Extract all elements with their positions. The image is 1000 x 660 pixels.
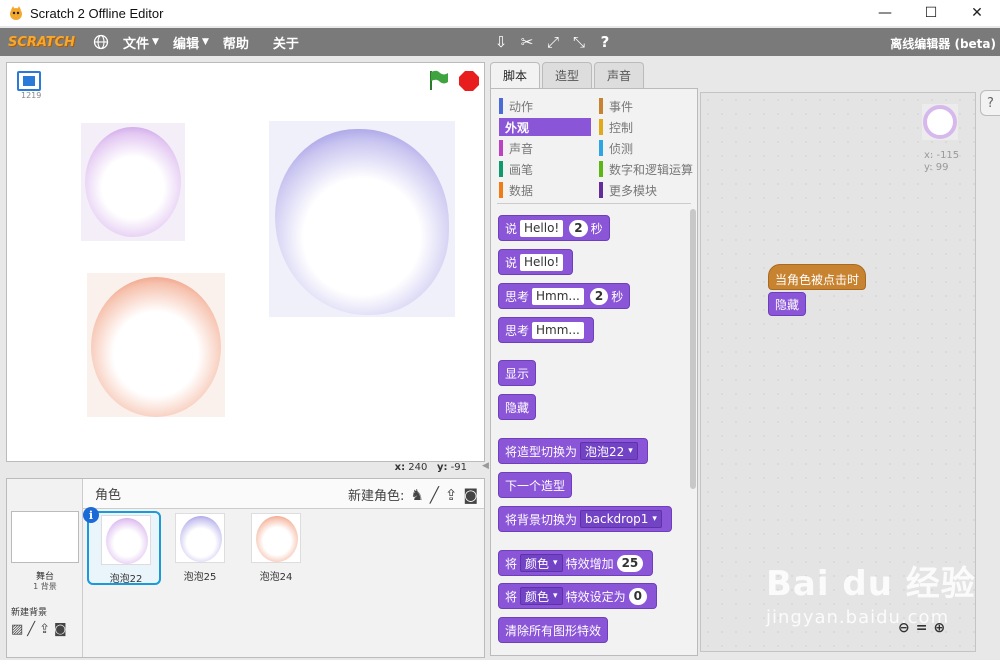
delete-icon[interactable]: ✂ xyxy=(518,32,536,52)
stage-selector: 舞台 1 背景 新建背景 ▨ ╱ ⇪ ◙ xyxy=(7,479,83,657)
category-operators[interactable]: 数字和逻辑运算 xyxy=(599,160,693,178)
block-say-for-secs[interactable]: 说 Hello! 2 秒 xyxy=(498,215,610,241)
category-pen[interactable]: 画笔 xyxy=(499,160,533,178)
paint-backdrop-icon[interactable]: ╱ xyxy=(27,622,35,637)
scratch-logo[interactable]: SCRATCH xyxy=(8,35,75,50)
category-motion[interactable]: 动作 xyxy=(499,97,533,115)
tab-scripts[interactable]: 脚本 xyxy=(490,62,541,88)
language-globe-icon[interactable] xyxy=(93,34,109,50)
offline-editor-label: 离线编辑器 (beta) xyxy=(890,37,996,51)
zoom-in-icon[interactable]: ⊕ xyxy=(933,620,945,636)
backdrop-library-icon[interactable]: ▨ xyxy=(11,622,23,637)
menu-edit[interactable]: 编辑 ▼ xyxy=(173,33,209,52)
sprite-position: x: -115 y: 99 xyxy=(924,150,960,173)
title-bar: Scratch 2 Offline Editor — ☐ ✕ xyxy=(0,0,1000,26)
sprite-tile[interactable]: i 泡泡22 xyxy=(83,507,161,585)
category-data[interactable]: 数据 xyxy=(499,181,533,199)
block-think[interactable]: 思考 Hmm... xyxy=(498,317,594,343)
block-change-effect[interactable]: 将颜色特效增加25 xyxy=(498,550,654,576)
category-divider xyxy=(497,203,691,204)
sprite-name: 泡泡24 xyxy=(259,572,293,583)
scratch-cat-icon xyxy=(10,6,22,20)
palette-scrollbar[interactable] xyxy=(690,209,696,489)
stage-thumbnail[interactable] xyxy=(11,511,79,563)
stage-toolbar: 1219 xyxy=(7,63,484,100)
block-palette: 动作 事件 外观 控制 声音 侦测 画笔 数字和逻辑运算 数据 更多模块 说 He… xyxy=(490,88,698,656)
sprites-header: 角色 新建角色: ♞ ╱ ⇪ ◙ xyxy=(83,479,484,509)
stop-icon[interactable] xyxy=(458,70,480,92)
stage-panel: 1219 xyxy=(6,62,485,462)
window-title: Scratch 2 Offline Editor xyxy=(30,5,164,21)
upload-sprite-icon[interactable]: ⇪ xyxy=(445,486,458,504)
category-looks[interactable]: 外观 xyxy=(499,118,591,136)
block-clear-effects[interactable]: 清除所有图形特效 xyxy=(498,617,609,643)
sprite-tile[interactable]: 泡泡25 xyxy=(163,511,237,585)
sprite-name: 泡泡22 xyxy=(109,574,143,585)
tab-sounds[interactable]: 声音 xyxy=(594,62,645,88)
menu-bar: SCRATCH 文件 ▼ 编辑 ▼ 帮助 关于 ⇩ ✂ ⤢ ⤡ ? 离线编辑器 (b… xyxy=(0,28,1000,56)
info-icon[interactable]: i xyxy=(83,507,99,523)
version-label: 1219 xyxy=(21,91,42,100)
sprite-library-icon[interactable]: ♞ xyxy=(410,486,423,504)
category-events[interactable]: 事件 xyxy=(599,97,633,115)
grow-icon[interactable]: ⤢ xyxy=(544,32,562,52)
menu-help[interactable]: 帮助 xyxy=(223,33,249,52)
current-sprite-preview xyxy=(922,104,958,140)
category-control[interactable]: 控制 xyxy=(599,118,633,136)
block-next-costume[interactable]: 下一个造型 xyxy=(498,472,573,498)
shrink-icon[interactable]: ⤡ xyxy=(570,32,588,52)
green-flag-icon[interactable] xyxy=(427,69,449,91)
sprite-thumbnail xyxy=(251,513,301,563)
sprites-title: 角色 xyxy=(95,488,122,503)
baidu-watermark: Bai du 经验 jingyan.baidu.com xyxy=(766,564,976,628)
sprite-thumbnail xyxy=(101,515,151,565)
camera-sprite-icon[interactable]: ◙ xyxy=(463,486,478,504)
hat-when-sprite-clicked[interactable]: 当角色被点击时 xyxy=(768,264,867,290)
camera-backdrop-icon[interactable]: ◙ xyxy=(54,622,67,637)
minimize-button[interactable]: — xyxy=(862,0,908,26)
block-hide[interactable]: 隐藏 xyxy=(498,394,537,420)
block-think-for-secs[interactable]: 思考 Hmm... 2 秒 xyxy=(498,283,631,309)
close-button[interactable]: ✕ xyxy=(954,0,1000,26)
mouse-coordinates: x: 240 y: -91 xyxy=(394,462,467,473)
menu-about[interactable]: 关于 xyxy=(273,33,299,52)
block-set-effect[interactable]: 将颜色特效设定为0 xyxy=(498,583,657,609)
block-switch-costume[interactable]: 将造型切换为 泡泡22 xyxy=(498,438,648,464)
menu-file[interactable]: 文件 ▼ xyxy=(123,33,159,52)
help-tab[interactable]: ? xyxy=(980,90,1000,116)
category-more-blocks[interactable]: 更多模块 xyxy=(599,181,657,199)
zoom-controls: ⊖ = ⊕ xyxy=(898,620,945,636)
help-icon[interactable]: ? xyxy=(596,32,614,52)
block-show[interactable]: 显示 xyxy=(498,360,537,386)
block-say[interactable]: 说 Hello! xyxy=(498,249,574,275)
block-switch-backdrop[interactable]: 将背景切换为 backdrop1 xyxy=(498,506,672,532)
bubble-sprite-purple[interactable] xyxy=(81,123,185,241)
sprite-thumbnail xyxy=(175,513,225,563)
sprite-tile[interactable]: 泡泡24 xyxy=(239,511,313,585)
zoom-reset-icon[interactable]: = xyxy=(916,620,928,636)
duplicate-icon[interactable]: ⇩ xyxy=(492,32,510,52)
new-sprite-label: 新建角色: xyxy=(347,489,405,504)
stage-canvas[interactable] xyxy=(7,101,484,461)
presentation-mode-icon[interactable] xyxy=(17,71,41,91)
category-sensing[interactable]: 侦测 xyxy=(599,139,633,157)
editor-tabs: 脚本 造型 声音 xyxy=(490,62,646,88)
sprites-panel: 舞台 1 背景 新建背景 ▨ ╱ ⇪ ◙ 角色 新建角色: ♞ ╱ ⇪ ◙ i … xyxy=(6,478,485,658)
sprite-name: 泡泡25 xyxy=(183,572,217,583)
backdrop-count: 1 背景 xyxy=(33,582,57,591)
tab-costumes[interactable]: 造型 xyxy=(542,62,593,88)
paint-sprite-icon[interactable]: ╱ xyxy=(430,486,439,504)
upload-backdrop-icon[interactable]: ⇪ xyxy=(39,622,50,637)
script-hide-block[interactable]: 隐藏 xyxy=(768,292,807,316)
bubble-sprite-orange[interactable] xyxy=(87,273,225,417)
new-backdrop-label: 新建背景 xyxy=(11,608,48,618)
maximize-button[interactable]: ☐ xyxy=(908,0,954,26)
category-sound[interactable]: 声音 xyxy=(499,139,533,157)
bubble-sprite-blue[interactable] xyxy=(269,121,455,317)
zoom-out-icon[interactable]: ⊖ xyxy=(898,620,910,636)
